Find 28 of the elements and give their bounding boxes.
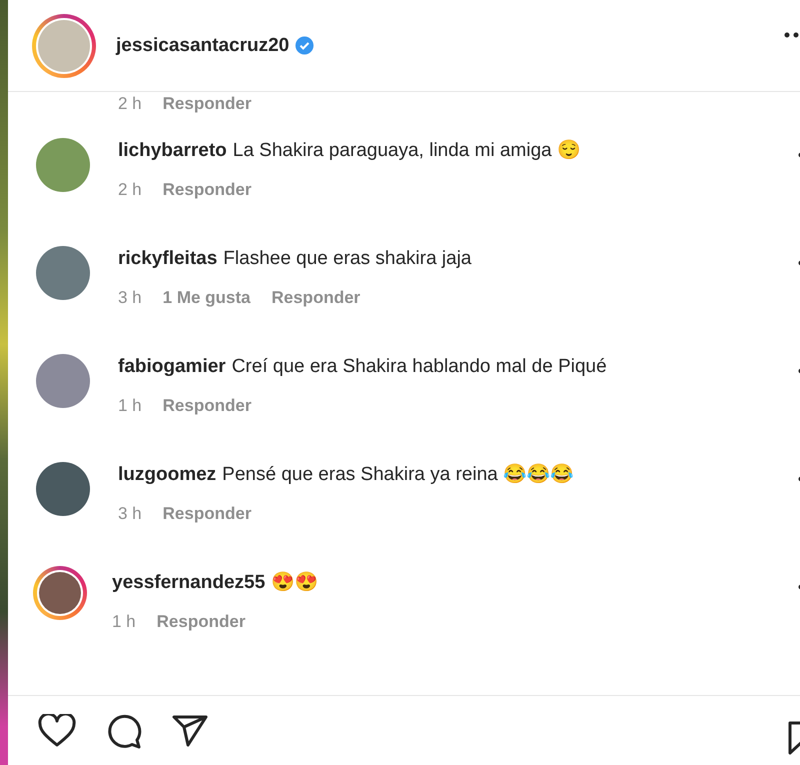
profile-avatar[interactable] [36, 246, 90, 300]
reply-link[interactable]: Responder [162, 396, 252, 416]
comment-text: fabiogamier Creí que era Shakira hablando mal de Piqué [118, 355, 607, 379]
comment-text: yessfernandez55 😍😍 [112, 570, 318, 595]
comment-time: 1 h [112, 612, 136, 632]
comment-text: luzgoomez Pensé que eras Shakira ya reina 😂😂😂 [118, 462, 574, 487]
comment-time: 3 h [118, 288, 142, 308]
comment-text: lichybarreto La Shakira paraguaya, linda mi amiga 😌 [118, 138, 581, 163]
profile-avatar[interactable] [36, 354, 90, 408]
share-icon[interactable] [172, 714, 208, 746]
more-options-icon[interactable] [784, 32, 800, 38]
like-heart-icon[interactable] [38, 714, 76, 748]
likes-count[interactable]: 1 Me gusta [162, 288, 250, 308]
reply-link[interactable]: Responder [272, 288, 360, 308]
profile-avatar[interactable] [36, 138, 90, 192]
reply-link[interactable]: Responder [156, 612, 246, 632]
comment-time: 2 h [118, 180, 142, 200]
comment-time: 2 h [118, 94, 142, 114]
profile-avatar[interactable] [36, 462, 90, 516]
profile-avatar[interactable] [33, 566, 87, 620]
comment-time: 1 h [118, 396, 142, 416]
reply-link[interactable]: Responder [162, 180, 252, 200]
comment-text: rickyfleitas Flashee que eras shakira jaja [118, 247, 472, 271]
reply-link[interactable]: Responder [162, 94, 252, 114]
comment-icon[interactable] [106, 712, 142, 748]
reply-link[interactable]: Responder [162, 504, 252, 524]
username[interactable]: jessicasantacruz20 [116, 34, 290, 56]
comment-time: 3 h [118, 504, 142, 524]
